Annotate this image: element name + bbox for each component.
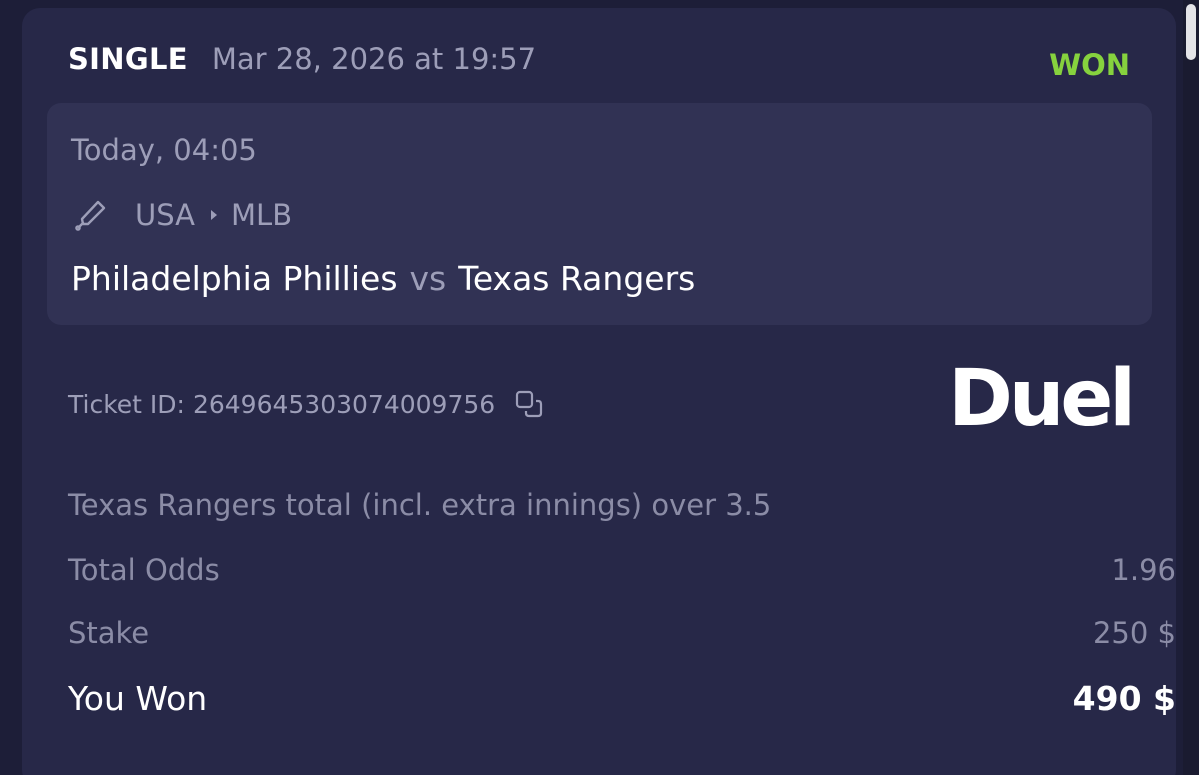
bet-ticket-page: SINGLE Mar 28, 2026 at 19:57 WON Today, … — [0, 0, 1199, 775]
winnings-value: 490 $ — [1072, 679, 1176, 718]
bet-card: SINGLE Mar 28, 2026 at 19:57 WON Today, … — [22, 8, 1176, 775]
winnings-row: You Won 490 $ — [68, 679, 1176, 718]
stake-value: 250 $ — [1092, 616, 1176, 650]
bet-type-label: SINGLE — [68, 42, 188, 76]
ticket-id-row: Ticket ID: 2649645303074009756 — [68, 388, 545, 420]
event-details[interactable]: Today, 04:05 USA MLB Philadelphia Philli… — [47, 103, 1152, 325]
event-time: Today, 04:05 — [71, 133, 257, 167]
total-odds-label: Total Odds — [68, 553, 220, 587]
matchup: Philadelphia Phillies vs Texas Rangers — [71, 259, 695, 298]
country-label: USA — [135, 198, 196, 232]
status-badge: WON — [1049, 48, 1130, 82]
copy-icon[interactable] — [513, 388, 545, 420]
ticket-header: SINGLE Mar 28, 2026 at 19:57 — [68, 42, 536, 76]
stake-label: Stake — [68, 616, 150, 650]
scrollbar-thumb[interactable] — [1186, 4, 1196, 60]
winnings-label: You Won — [68, 679, 208, 718]
home-team: Philadelphia Phillies — [71, 259, 398, 298]
chevron-right-icon — [211, 210, 218, 220]
stake-row: Stake 250 $ — [68, 616, 1176, 650]
away-team: Texas Rangers — [458, 259, 696, 298]
scrollbar[interactable] — [1183, 0, 1199, 775]
league-label: MLB — [231, 198, 293, 232]
total-odds-value: 1.96 — [1111, 553, 1176, 587]
vs-label: vs — [409, 259, 447, 298]
bet-selection: Texas Rangers total (incl. extra innings… — [68, 488, 772, 522]
brand-logo: Duel — [948, 354, 1136, 444]
baseball-bat-icon — [71, 195, 111, 235]
breadcrumb: USA MLB — [71, 195, 292, 235]
placed-date: Mar 28, 2026 at 19:57 — [211, 42, 537, 76]
ticket-id-value: 2649645303074009756 — [192, 389, 496, 419]
total-odds-row: Total Odds 1.96 — [68, 553, 1176, 587]
ticket-id-label: Ticket ID: — [68, 389, 185, 419]
